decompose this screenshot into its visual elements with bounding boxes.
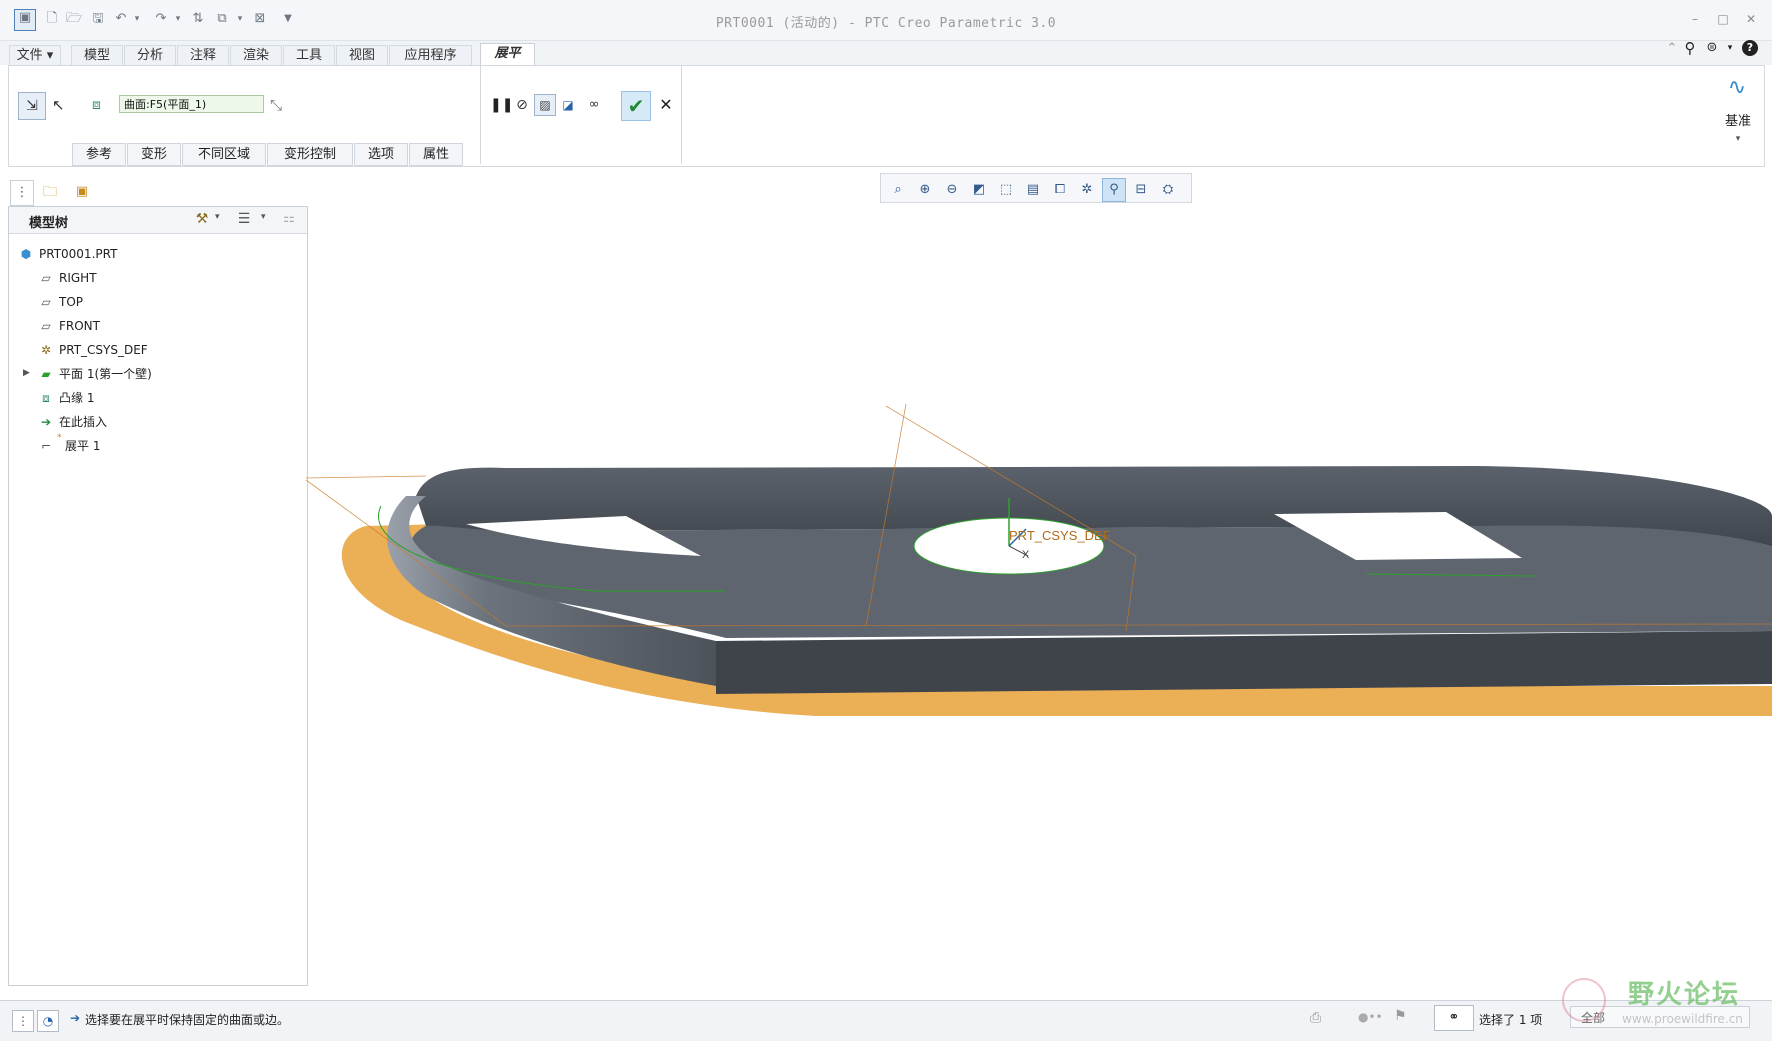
tab-annotate[interactable]: 注释 (177, 45, 229, 66)
display-style-icon[interactable]: ⬚ (994, 178, 1018, 202)
datum-plane-icon: ▱ (41, 319, 51, 333)
cancel-x-button[interactable]: ✕ (656, 95, 676, 115)
minimize-button[interactable]: – (1688, 12, 1702, 26)
subtab-different-region[interactable]: 不同区域 (182, 143, 266, 166)
annotation-display-icon[interactable]: ⊟ (1129, 178, 1153, 202)
flange-icon: ⧈ (42, 391, 50, 405)
tree-settings-dropdown-icon[interactable]: ▾ (215, 212, 220, 222)
zoom-in-icon[interactable]: ⊕ (913, 178, 937, 202)
zoom-out-icon[interactable]: ⊖ (940, 178, 964, 202)
favorites-icon[interactable]: ▣ (70, 180, 94, 204)
show-list-icon[interactable]: ☰ (234, 211, 254, 229)
graphics-viewport[interactable]: PRT_CSYS_DEF X (306, 206, 1772, 998)
tree-item-front[interactable]: FRONT (59, 317, 100, 335)
glasses-icon[interactable]: ∞ (582, 95, 606, 115)
tab-render[interactable]: 渲染 (230, 45, 282, 66)
spin-center-icon[interactable]: ⚲ (1102, 178, 1126, 202)
saved-orientations-icon[interactable]: ▤ (1021, 178, 1045, 202)
ribbon-divider-2 (681, 66, 682, 164)
perspective-icon[interactable]: ⛭ (1156, 178, 1180, 202)
smart-select-icon[interactable]: ⇲ (18, 92, 46, 120)
datum-dropdown-icon[interactable]: ▾ (1732, 134, 1744, 146)
watermark-logo-icon (1562, 978, 1606, 1022)
window-title: PRT0001 (活动的) - PTC Creo Parametric 3.0 (715, 16, 1057, 31)
tree-settings-icon[interactable]: ⚒ (192, 211, 212, 229)
repaint-icon[interactable]: ◩ (967, 178, 991, 202)
csys-label: PRT_CSYS_DEF (1009, 528, 1111, 543)
refit-icon[interactable]: ⌕ (886, 178, 910, 202)
close-button[interactable]: ✕ (1744, 12, 1758, 26)
subtab-references[interactable]: 参考 (72, 143, 126, 166)
model-tree-tab-icon[interactable]: ⋮ (10, 180, 34, 206)
subtab-options[interactable]: 选项 (354, 143, 408, 166)
tree-item-flatten[interactable]: 展平 1 (65, 437, 100, 455)
community-dropdown-icon[interactable]: ▾ (1722, 40, 1738, 56)
tab-model[interactable]: 模型 (71, 45, 123, 66)
collapse-ribbon-icon[interactable]: ⌃ (1664, 41, 1680, 57)
watermark-text: 野火论坛 (1628, 980, 1741, 1010)
tab-flatten[interactable]: 展平 (480, 43, 535, 66)
part-icon: ⬢ (20, 247, 32, 261)
watermark-url: www.proewildfire.cn (1622, 1012, 1743, 1026)
flag-icon: ⚑ (1394, 1008, 1407, 1024)
ribbon-divider (480, 66, 481, 164)
pointer-select-icon[interactable]: ↖ (52, 94, 70, 116)
datum-curve-icon[interactable]: ∿ (1722, 74, 1752, 102)
message-arrow-icon: ➔ (70, 1011, 81, 1025)
status-message: 选择要在展平时保持固定的曲面或边。 (85, 1013, 290, 1027)
tree-columns-icon[interactable]: ⚏ (279, 211, 299, 229)
toggle-navigator-icon[interactable]: ⋮ (12, 1010, 34, 1032)
find-binoculars-icon[interactable]: ⚭ (1434, 1005, 1474, 1031)
wall-icon: ▰ (41, 367, 51, 381)
tab-file[interactable]: 文件 ▾ (9, 45, 61, 66)
pause-icon[interactable]: ❚❚ (490, 96, 513, 114)
subtab-properties[interactable]: 属性 (409, 143, 463, 166)
flatten-icon: ⌐ (40, 439, 52, 453)
toggle-browser-icon[interactable]: ◔ (37, 1010, 59, 1032)
datum-plane-icon: ▱ (41, 271, 51, 285)
flip-direction-icon[interactable]: ⤡ (270, 94, 292, 116)
datum-display-filters-icon[interactable]: ✲ (1075, 178, 1099, 202)
tab-analysis[interactable]: 分析 (124, 45, 176, 66)
apply-checkmark-button[interactable]: ✔ (621, 91, 651, 121)
csys-icon: ✲ (40, 343, 52, 357)
maximize-button[interactable]: □ (1716, 12, 1730, 26)
no-preview-icon[interactable]: ⊘ (512, 95, 532, 115)
new-feature-star-icon: * (57, 433, 62, 443)
attach-preview-icon[interactable]: ▨ (534, 94, 556, 116)
tab-tools[interactable]: 工具 (283, 45, 335, 66)
tree-item-right[interactable]: RIGHT (59, 269, 97, 287)
view-manager-icon[interactable]: ⧠ (1048, 178, 1072, 202)
subtab-deform-control[interactable]: 变形控制 (267, 143, 353, 166)
insert-arrow-icon: ➔ (40, 415, 52, 429)
tab-view[interactable]: 视图 (336, 45, 388, 66)
datum-plane-icon: ▱ (41, 295, 51, 309)
csys-axis-label: X (1022, 549, 1030, 561)
surface-collector-icon[interactable]: ⧈ (92, 94, 114, 116)
surface-reference-field[interactable]: 曲面:F5(平面_1) (119, 95, 264, 113)
tab-applications[interactable]: 应用程序 (389, 45, 472, 66)
tab-file-label: 文件 (16, 48, 43, 63)
community-icon[interactable]: ⊜ (1704, 40, 1720, 56)
tree-item-part[interactable]: PRT0001.PRT (39, 245, 117, 263)
verify-preview-icon[interactable]: ◪ (558, 95, 578, 115)
tree-item-flange[interactable]: 凸缘 1 (59, 389, 94, 407)
tree-item-top[interactable]: TOP (59, 293, 83, 311)
folder-browser-icon[interactable]: 🗀 (38, 180, 62, 204)
task-indicator-icon: ●•• (1358, 1010, 1383, 1024)
model-tree-title: 模型树 (29, 216, 69, 231)
tree-item-csys[interactable]: PRT_CSYS_DEF (59, 341, 148, 359)
expand-arrow-icon[interactable]: ▶ (23, 368, 30, 378)
tree-item-planar-wall[interactable]: 平面 1(第一个壁) (59, 365, 152, 383)
show-list-dropdown-icon[interactable]: ▾ (261, 212, 266, 222)
selection-count: 选择了 1 项 (1479, 1013, 1543, 1027)
regen-status-icon: ⎙ (1310, 1010, 1322, 1026)
tree-item-insert-here[interactable]: 在此插入 (59, 413, 107, 431)
help-icon[interactable]: ? (1742, 40, 1758, 56)
title-bar: ▣ 🗋 🗁 🖫 ↶ ▾ ↷ ▾ ⇅ ⧉ ▾ ⊠ ▼ PRT0001 (活动的) … (0, 0, 1772, 41)
datum-group-label[interactable]: 基准 (1718, 110, 1758, 129)
search-icon[interactable]: ⚲ (1682, 40, 1698, 56)
subtab-deform[interactable]: 变形 (127, 143, 181, 166)
base-wall-front-face (716, 631, 1772, 694)
